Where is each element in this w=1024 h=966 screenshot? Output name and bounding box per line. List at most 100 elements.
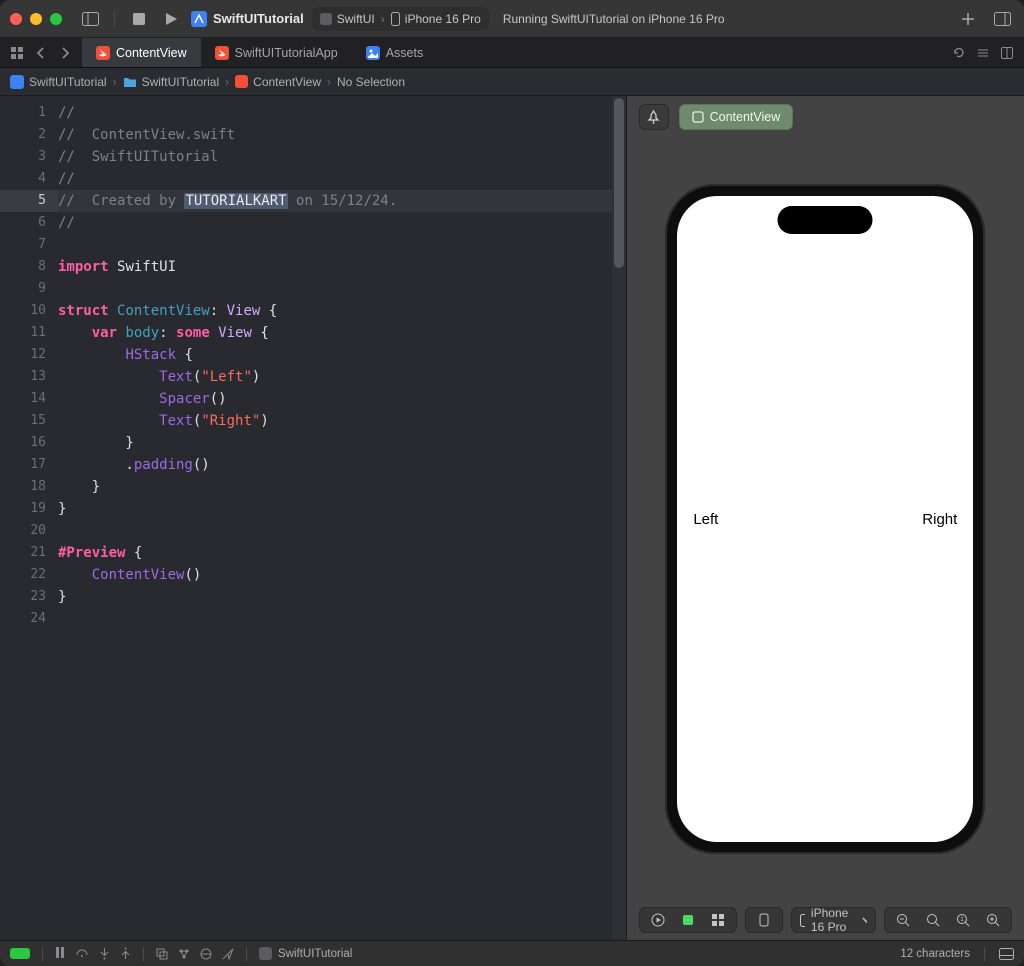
tab-assets[interactable]: Assets bbox=[352, 38, 438, 67]
code-area[interactable]: //// ContentView.swift// SwiftUITutorial… bbox=[58, 96, 614, 940]
separator bbox=[114, 10, 115, 28]
chevron-down-icon bbox=[862, 917, 867, 923]
zoom-out-icon[interactable] bbox=[891, 908, 915, 932]
breadcrumb-folder[interactable]: SwiftUITutorial bbox=[123, 75, 220, 89]
device-settings-icon[interactable] bbox=[752, 908, 776, 932]
refresh-icon[interactable] bbox=[952, 46, 966, 60]
preview-bottom-bar: iPhone 16 Pro 1 bbox=[627, 900, 1024, 940]
zoom-in-icon[interactable] bbox=[981, 908, 1005, 932]
footer-process[interactable]: SwiftUITutorial bbox=[259, 947, 352, 960]
swift-icon bbox=[215, 46, 229, 60]
debug-view-hierarchy-icon[interactable] bbox=[156, 948, 168, 960]
separator bbox=[42, 947, 43, 961]
tab-contentview[interactable]: ContentView bbox=[82, 38, 201, 67]
live-preview-icon[interactable] bbox=[646, 908, 670, 932]
debug-memory-graph-icon[interactable] bbox=[178, 948, 190, 960]
separator bbox=[246, 947, 247, 961]
swift-icon bbox=[235, 75, 248, 88]
jump-bar: SwiftUITutorial › SwiftUITutorial › Cont… bbox=[0, 68, 1024, 96]
label-left: Left bbox=[693, 511, 718, 528]
zoom-actual-icon[interactable]: 1 bbox=[951, 908, 975, 932]
xcode-window: SwiftUITutorial SwiftUI › iPhone 16 Pro … bbox=[0, 0, 1024, 966]
toolbar-right bbox=[956, 7, 1014, 31]
related-items-icon[interactable] bbox=[6, 42, 28, 64]
label-right: Right bbox=[922, 511, 957, 528]
toolbar: SwiftUITutorial SwiftUI › iPhone 16 Pro … bbox=[0, 0, 1024, 38]
pin-icon bbox=[647, 110, 660, 125]
add-editor-icon[interactable] bbox=[1000, 46, 1014, 60]
tab-label: Assets bbox=[386, 46, 424, 60]
close-window-button[interactable] bbox=[10, 13, 22, 25]
debug-status bbox=[10, 948, 30, 959]
dest-scheme: SwiftUI bbox=[320, 12, 375, 26]
main-split: 123456789101112131415161718192021222324 … bbox=[0, 96, 1024, 940]
chevron-right-icon: › bbox=[225, 75, 229, 89]
variants-icon[interactable] bbox=[706, 908, 730, 932]
device-screen: Left Right bbox=[677, 196, 973, 842]
pause-icon[interactable] bbox=[55, 947, 65, 960]
window-controls bbox=[10, 13, 62, 25]
line-number-gutter: 123456789101112131415161718192021222324 bbox=[0, 96, 58, 940]
breadcrumb-project[interactable]: SwiftUITutorial bbox=[10, 75, 107, 89]
adjust-editor-icon[interactable] bbox=[976, 46, 990, 60]
debug-bar: SwiftUITutorial 12 characters bbox=[0, 940, 1024, 966]
tab-label: ContentView bbox=[116, 46, 187, 60]
stop-button-icon[interactable] bbox=[127, 7, 151, 31]
preview-top-bar: ContentView bbox=[627, 96, 1024, 138]
assets-icon bbox=[366, 46, 380, 60]
zoom-fit-icon[interactable] bbox=[921, 908, 945, 932]
selectable-preview-icon[interactable] bbox=[676, 908, 700, 932]
toggle-navigator-icon[interactable] bbox=[78, 7, 102, 31]
dynamic-island bbox=[778, 206, 873, 234]
device-frame: Left Right bbox=[665, 184, 985, 854]
step-out-icon[interactable] bbox=[120, 947, 131, 960]
project-icon bbox=[191, 11, 207, 27]
simulate-location-icon[interactable] bbox=[222, 948, 234, 960]
app-icon bbox=[259, 947, 272, 960]
preview-canvas-pane: ContentView Left Right bbox=[626, 96, 1024, 940]
add-tab-icon[interactable] bbox=[956, 7, 980, 31]
editor-scrollbar[interactable] bbox=[612, 96, 626, 940]
dest-device: iPhone 16 Pro bbox=[391, 12, 481, 26]
step-into-icon[interactable] bbox=[99, 947, 110, 960]
selection-info: 12 characters bbox=[900, 948, 970, 960]
chevron-right-icon: › bbox=[381, 12, 385, 26]
view-icon bbox=[692, 111, 704, 123]
tab-label: SwiftUITutorialApp bbox=[235, 46, 338, 60]
scheme-name: SwiftUITutorial bbox=[213, 11, 304, 26]
iphone-icon bbox=[391, 12, 400, 26]
proj-icon bbox=[10, 75, 24, 89]
running-indicator-icon bbox=[10, 948, 30, 959]
pin-preview-button[interactable] bbox=[639, 104, 669, 130]
scrollbar-thumb[interactable] bbox=[614, 98, 624, 268]
preview-canvas[interactable]: Left Right bbox=[627, 138, 1024, 900]
back-button-icon[interactable] bbox=[30, 42, 52, 64]
minimize-window-button[interactable] bbox=[30, 13, 42, 25]
preview-device-selector[interactable]: iPhone 16 Pro bbox=[791, 907, 876, 933]
zoom-window-button[interactable] bbox=[50, 13, 62, 25]
breadcrumb-selection[interactable]: No Selection bbox=[337, 75, 405, 89]
run-destination[interactable]: SwiftUI › iPhone 16 Pro bbox=[312, 7, 489, 31]
environment-overrides-icon[interactable] bbox=[200, 948, 212, 960]
toggle-debug-area-icon[interactable] bbox=[999, 948, 1014, 960]
chevron-right-icon: › bbox=[113, 75, 117, 89]
source-editor[interactable]: 123456789101112131415161718192021222324 … bbox=[0, 96, 626, 940]
breadcrumb-file[interactable]: ContentView bbox=[235, 75, 321, 89]
scheme-selector[interactable]: SwiftUITutorial bbox=[191, 11, 304, 27]
chevron-right-icon: › bbox=[327, 75, 331, 89]
step-over-icon[interactable] bbox=[75, 947, 89, 960]
preview-selector-chip[interactable]: ContentView bbox=[679, 104, 794, 130]
separator bbox=[143, 947, 144, 961]
svg-text:1: 1 bbox=[960, 917, 964, 923]
tab-swiftuitutorialapp[interactable]: SwiftUITutorialApp bbox=[201, 38, 352, 67]
iphone-icon bbox=[800, 914, 805, 927]
run-button-icon[interactable] bbox=[159, 7, 183, 31]
forward-button-icon[interactable] bbox=[54, 42, 76, 64]
activity-status: Running SwiftUITutorial on iPhone 16 Pro bbox=[503, 12, 725, 26]
folder-icon bbox=[123, 76, 137, 88]
toggle-inspector-icon[interactable] bbox=[990, 7, 1014, 31]
swift-icon bbox=[96, 46, 110, 60]
separator bbox=[984, 947, 985, 961]
app-icon bbox=[320, 13, 332, 25]
editor-tab-bar: ContentView SwiftUITutorialApp Assets bbox=[0, 38, 1024, 68]
